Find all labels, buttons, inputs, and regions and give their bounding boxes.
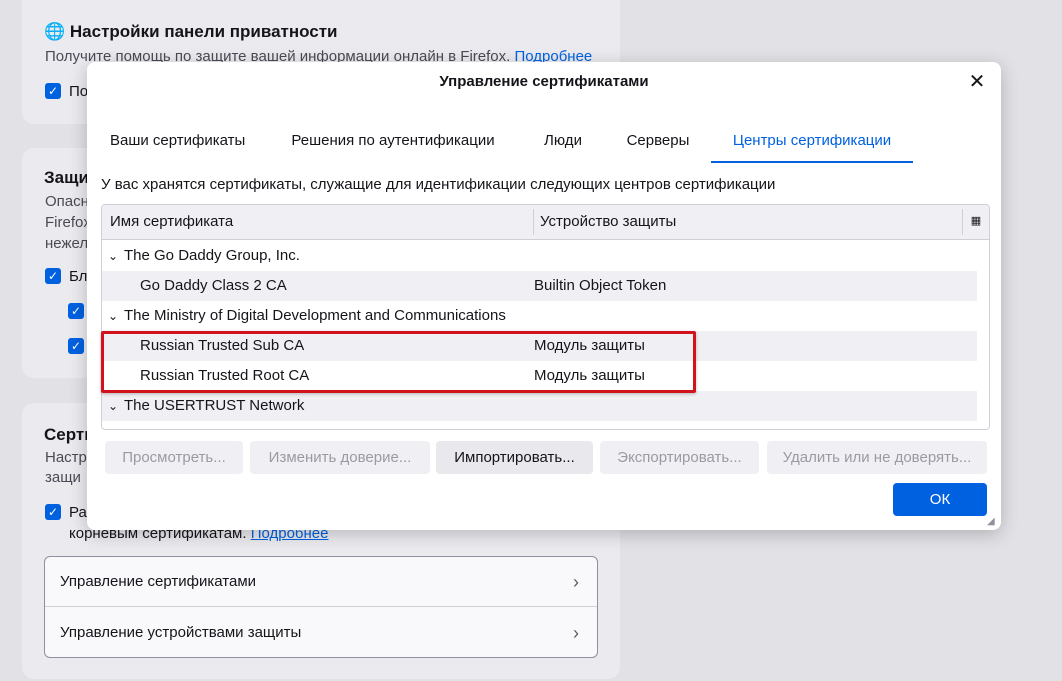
chevron-down-icon[interactable]: ⌄ bbox=[108, 301, 118, 331]
certificates-nav-box: Управление сертификатами › Управление ус… bbox=[44, 556, 598, 658]
manage-security-devices-label: Управление устройствами защиты bbox=[60, 624, 302, 641]
import-button[interactable]: Импортировать... bbox=[436, 441, 593, 474]
export-button[interactable]: Экспортировать... bbox=[600, 441, 759, 474]
manage-certificates-button[interactable]: Управление сертификатами › bbox=[45, 557, 597, 607]
certificate-device: Builtin Object Token bbox=[534, 277, 667, 294]
protection-checkbox-label: Бл bbox=[69, 268, 88, 285]
chevron-right-icon: › bbox=[573, 623, 579, 643]
tab-people[interactable]: Люди bbox=[532, 123, 594, 163]
certificates-checkbox[interactable]: ✓ bbox=[45, 504, 61, 520]
delete-or-distrust-button[interactable]: Удалить или не доверять... bbox=[767, 441, 987, 474]
tree-group-row[interactable]: ⌄ The USERTRUST Network bbox=[102, 391, 978, 421]
protection-line-2: Firefox bbox=[45, 214, 91, 231]
protection-checkbox[interactable]: ✓ bbox=[45, 268, 61, 284]
authorities-description: У вас хранятся сертификаты, служащие для… bbox=[101, 176, 776, 193]
view-button[interactable]: Просмотреть... bbox=[105, 441, 243, 474]
tab-authorities[interactable]: Центры сертификации bbox=[711, 123, 913, 163]
certificate-manager-dialog: Управление сертификатами ✕ Ваши сертифик… bbox=[87, 62, 1001, 530]
column-divider[interactable] bbox=[533, 209, 534, 235]
chevron-down-icon[interactable]: ⌄ bbox=[108, 391, 118, 421]
column-header-device[interactable]: Устройство защиты bbox=[540, 205, 676, 239]
tab-servers[interactable]: Серверы bbox=[615, 123, 701, 163]
tab-authentication-decisions[interactable]: Решения по аутентификации bbox=[284, 123, 502, 163]
column-divider[interactable] bbox=[962, 209, 963, 235]
group-name: The USERTRUST Network bbox=[124, 397, 305, 414]
tree-group-row[interactable]: ⌄ The Ministry of Digital Development an… bbox=[102, 301, 978, 331]
tab-your-certificates[interactable]: Ваши сертификаты bbox=[110, 123, 245, 163]
column-picker-icon[interactable]: ▦ bbox=[969, 214, 983, 228]
privacy-checkbox-label: По bbox=[69, 83, 89, 100]
certificate-row[interactable]: Go Daddy Class 2 CA Builtin Object Token bbox=[102, 271, 978, 301]
protection-sub-checkbox-1[interactable]: ✓ bbox=[68, 303, 84, 319]
tree-scrollbar[interactable] bbox=[977, 240, 989, 429]
edit-trust-button[interactable]: Изменить доверие... bbox=[250, 441, 430, 474]
protection-line-1: Опасн bbox=[45, 193, 89, 210]
tree-header: Имя сертификата Устройство защиты ▦ bbox=[102, 205, 989, 240]
certificate-name: Go Daddy Class 2 CA bbox=[140, 277, 287, 294]
group-name: The Go Daddy Group, Inc. bbox=[124, 247, 300, 264]
resize-grip-icon[interactable]: ◢ bbox=[987, 516, 999, 528]
chevron-right-icon: › bbox=[573, 572, 579, 592]
globe-icon: 🌐 bbox=[44, 22, 66, 41]
certificate-tree[interactable]: Имя сертификата Устройство защиты ▦ ⌄ Th… bbox=[101, 204, 990, 430]
protection-sub-checkbox-2[interactable]: ✓ bbox=[68, 338, 84, 354]
certificates-line-1: Настр bbox=[45, 449, 87, 466]
group-name: The Ministry of Digital Development and … bbox=[124, 307, 506, 324]
ok-button[interactable]: ОК bbox=[893, 483, 987, 516]
certificates-line-2: защи bbox=[45, 469, 81, 486]
protection-line-3: нежел bbox=[45, 235, 89, 252]
dialog-title: Управление сертификатами bbox=[439, 73, 649, 90]
column-header-name[interactable]: Имя сертификата bbox=[110, 205, 233, 239]
protection-card-title: Защи bbox=[44, 168, 89, 187]
manage-certificates-label: Управление сертификатами bbox=[60, 573, 257, 590]
privacy-card-title: 🌐 Настройки панели приватности bbox=[44, 22, 338, 41]
close-icon[interactable]: ✕ bbox=[965, 70, 989, 94]
chevron-down-icon[interactable]: ⌄ bbox=[108, 241, 118, 271]
manage-security-devices-button[interactable]: Управление устройствами защиты › bbox=[45, 608, 597, 658]
tree-group-row[interactable]: ⌄ The Go Daddy Group, Inc. bbox=[102, 241, 978, 271]
privacy-checkbox[interactable]: ✓ bbox=[45, 83, 61, 99]
red-highlight-box bbox=[101, 331, 696, 393]
